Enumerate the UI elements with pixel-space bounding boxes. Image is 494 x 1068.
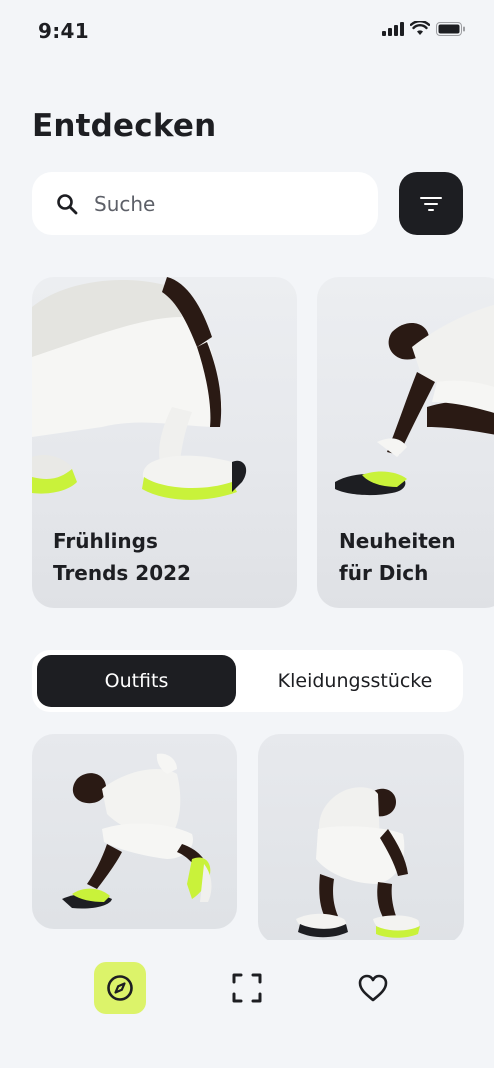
page-title: Entdecken bbox=[32, 108, 217, 144]
battery-icon bbox=[436, 21, 465, 36]
card-title: Neuheiten für Dich bbox=[339, 529, 456, 585]
outfit-image bbox=[62, 753, 212, 909]
nav-discover-button[interactable] bbox=[94, 962, 146, 1014]
featured-card-new-arrivals[interactable]: Neuheiten für Dich bbox=[317, 277, 494, 608]
status-bar: 9:41 bbox=[0, 0, 494, 64]
filter-icon bbox=[420, 196, 442, 211]
nav-scan-button[interactable] bbox=[221, 962, 273, 1014]
search-placeholder: Suche bbox=[94, 191, 156, 216]
scan-icon bbox=[232, 973, 262, 1003]
outfit-photo[interactable] bbox=[258, 734, 464, 944]
compass-icon bbox=[107, 975, 133, 1001]
tab-clothing-items[interactable]: Kleidungsstücke bbox=[250, 655, 460, 707]
outfit-image bbox=[296, 787, 420, 938]
card-title: Frühlings Trends 2022 bbox=[53, 529, 191, 585]
wifi-icon bbox=[410, 21, 430, 35]
status-time: 9:41 bbox=[38, 19, 89, 43]
search-icon bbox=[54, 191, 80, 217]
status-icons bbox=[382, 21, 466, 36]
search-input[interactable]: Suche bbox=[32, 172, 378, 235]
featured-card-spring-trends[interactable]: Frühlings Trends 2022 bbox=[32, 277, 297, 608]
filter-button[interactable] bbox=[399, 172, 463, 235]
nav-favorites-button[interactable] bbox=[347, 962, 399, 1014]
card-photo bbox=[32, 277, 247, 500]
heart-icon bbox=[358, 974, 388, 1002]
outfit-photo[interactable] bbox=[32, 734, 237, 929]
tab-outfits[interactable]: Outfits bbox=[37, 655, 236, 707]
signal-icon bbox=[382, 21, 404, 36]
card-photo bbox=[335, 304, 494, 496]
segmented-control: Outfits Kleidungsstücke bbox=[32, 650, 463, 712]
